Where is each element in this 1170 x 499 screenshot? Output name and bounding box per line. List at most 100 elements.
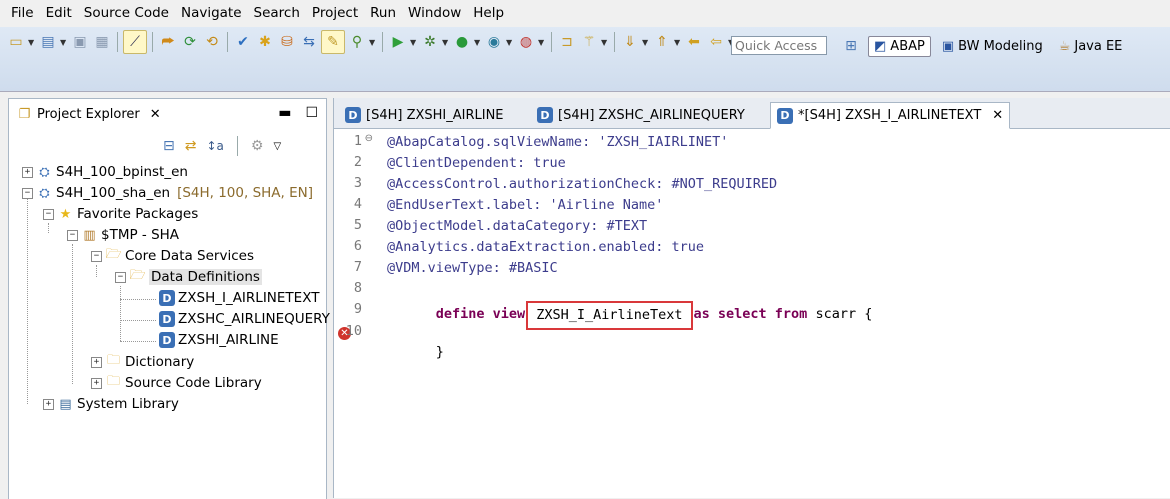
tree-item-s4h-100-sha-en[interactable]: − ⛭ S4H_100_sha_en [S4H, 100, SHA, EN] — [22, 183, 313, 203]
close-icon[interactable]: ✕ — [992, 108, 1003, 123]
menu-search[interactable]: Search — [248, 0, 306, 27]
perspective-bw-modeling[interactable]: ▣ BW Modeling — [937, 37, 1048, 56]
pen-icon[interactable]: ✎ — [321, 30, 345, 54]
data-definition-icon: D — [345, 107, 361, 123]
tree-guide — [120, 286, 121, 341]
toolbar-separator — [227, 32, 228, 52]
folder-open-icon: 🗁 — [129, 268, 146, 283]
tree-item-favorite-packages[interactable]: − ★ Favorite Packages — [43, 204, 198, 224]
tab-zxshc-airlinequery[interactable]: D [S4H] ZXSHC_AIRLINEQUERY — [531, 103, 751, 127]
debug-star-icon[interactable]: ✱ — [255, 32, 275, 52]
chevron-down-icon[interactable]: ▼ — [474, 38, 482, 47]
chevron-down-icon[interactable]: ▼ — [538, 38, 546, 47]
close-icon[interactable]: ✕ — [150, 107, 161, 122]
folder-open-icon[interactable]: ⊐ — [557, 32, 577, 52]
expand-toggle[interactable]: + — [22, 166, 33, 178]
chevron-down-icon[interactable]: ▼ — [442, 38, 450, 47]
last-edit-icon[interactable]: ⬅ — [684, 32, 704, 52]
chevron-down-icon[interactable]: ▼ — [601, 38, 609, 47]
link-icon[interactable]: ⟋ — [123, 30, 147, 54]
toolbar-separator — [152, 32, 153, 52]
wand-icon[interactable]: ⚚ — [579, 32, 599, 52]
tree-guide — [72, 244, 73, 384]
save-all-icon[interactable]: ▦ — [92, 32, 112, 52]
quick-access-input[interactable]: Quick Access — [731, 36, 827, 55]
tab-zxshi-airline[interactable]: D [S4H] ZXSHI_AIRLINE — [339, 103, 510, 127]
collapse-toggle[interactable]: − — [115, 271, 126, 283]
collapse-toggle[interactable]: − — [22, 187, 33, 199]
menu-help[interactable]: Help — [467, 0, 510, 27]
menu-source-code[interactable]: Source Code — [78, 0, 175, 27]
tree-item-zxshi-airline[interactable]: D ZXSHI_AIRLINE — [159, 330, 279, 350]
back-icon[interactable]: ⇦ — [706, 32, 726, 52]
tree-item-s4h-100-bpinst-en[interactable]: + ⛭ S4H_100_bpinst_en — [22, 162, 188, 182]
toolbar-separator — [117, 32, 118, 52]
tree-item-system-library[interactable]: + ▤ System Library — [43, 394, 179, 414]
chevron-down-icon[interactable]: ▼ — [369, 38, 377, 47]
tree-item-data-definitions[interactable]: − 🗁 Data Definitions — [115, 267, 262, 287]
chevron-down-icon[interactable]: ▼ — [674, 38, 682, 47]
chevron-down-icon[interactable]: ▼ — [28, 38, 36, 47]
menu-file[interactable]: File — [0, 0, 40, 27]
play-icon[interactable]: ● — [452, 32, 472, 52]
maximize-icon[interactable]: ☐ — [305, 105, 318, 121]
toolbar-separator — [382, 32, 383, 52]
perspective-abap[interactable]: ◩ ABAP — [868, 35, 931, 57]
tree-item-tmp-sha[interactable]: − ▥ $TMP - SHA — [67, 225, 179, 245]
tab-project-explorer[interactable]: ❐ Project Explorer ✕ — [9, 99, 169, 129]
expand-toggle[interactable]: + — [43, 398, 54, 410]
run-icon[interactable]: ▶ — [388, 32, 408, 52]
collapse-toggle[interactable]: − — [91, 250, 102, 262]
expand-toggle[interactable]: + — [91, 356, 102, 368]
sort-az-icon[interactable]: ↕a — [206, 139, 223, 153]
chevron-down-icon[interactable]: ▼ — [60, 38, 68, 47]
collapse-all-icon[interactable]: ⊟ — [163, 138, 175, 154]
fold-icon[interactable]: ⊖ — [365, 133, 373, 144]
tree-item-source-code-library[interactable]: + 🗀 Source Code Library — [91, 373, 262, 393]
search-marker-icon[interactable]: ⚲ — [347, 32, 367, 52]
filter-icon[interactable]: ⚙ — [251, 138, 264, 154]
activate-icon[interactable]: ⟳ — [180, 32, 200, 52]
prev-annotation-icon[interactable]: ⇑ — [652, 32, 672, 52]
profile-icon[interactable]: ◉ — [484, 32, 504, 52]
check-icon[interactable]: ✔ — [233, 32, 253, 52]
tree-guide — [120, 299, 156, 300]
java-ee-icon: ☕ — [1058, 38, 1071, 54]
next-annotation-icon[interactable]: ⇓ — [620, 32, 640, 52]
tree-item-dictionary[interactable]: + 🗀 Dictionary — [91, 352, 194, 372]
tab-zxsh-i-airlinetext[interactable]: D *[S4H] ZXSH_I_AIRLINETEXT ✕ — [770, 102, 1011, 129]
menu-navigate[interactable]: Navigate — [175, 0, 248, 27]
chevron-down-icon[interactable]: ▼ — [506, 38, 514, 47]
menu-run[interactable]: Run — [364, 0, 402, 27]
keyword: as select from — [693, 306, 808, 322]
new-icon[interactable]: ▭ — [6, 32, 26, 52]
menu-edit[interactable]: Edit — [40, 0, 78, 27]
transport-icon[interactable]: ⛁ — [277, 32, 297, 52]
data-definition-icon: D — [777, 107, 793, 124]
tree-item-label: Source Code Library — [125, 375, 262, 391]
expand-toggle[interactable]: + — [91, 377, 102, 389]
menu-project[interactable]: Project — [306, 0, 364, 27]
open-perspective-icon[interactable]: ⊞ — [840, 35, 862, 57]
chevron-down-icon[interactable]: ▼ — [642, 38, 650, 47]
activate-all-icon[interactable]: ⟲ — [202, 32, 222, 52]
stop-icon[interactable]: ◍ — [516, 32, 536, 52]
menu-window[interactable]: Window — [402, 0, 467, 27]
chevron-down-icon[interactable]: ▼ — [410, 38, 418, 47]
link-with-editor-icon[interactable]: ⇄ — [185, 138, 197, 154]
minimize-icon[interactable]: ▬ — [278, 105, 291, 121]
tree-item-core-data-services[interactable]: − 🗁 Core Data Services — [91, 246, 254, 266]
collapse-toggle[interactable]: − — [43, 208, 54, 220]
tree-item-zxshc-airlinequery[interactable]: D ZXSHC_AIRLINEQUERY — [159, 309, 330, 329]
line-number: 10 — [345, 323, 362, 339]
explorer-window-controls: ▬ ☐ — [278, 105, 318, 121]
collapse-toggle[interactable]: − — [67, 229, 78, 241]
open-object-icon[interactable]: ⮫ — [158, 32, 178, 52]
debug-icon[interactable]: ✲ — [420, 32, 440, 52]
view-menu-icon[interactable]: ▽ — [273, 141, 281, 152]
new-wizard-icon[interactable]: ▤ — [38, 32, 58, 52]
compare-icon[interactable]: ⇆ — [299, 32, 319, 52]
perspective-java-ee[interactable]: ☕ Java EE — [1054, 37, 1128, 56]
save-icon[interactable]: ▣ — [70, 32, 90, 52]
tree-item-zxsh-i-airlinetext[interactable]: D ZXSH_I_AIRLINETEXT — [159, 288, 319, 308]
